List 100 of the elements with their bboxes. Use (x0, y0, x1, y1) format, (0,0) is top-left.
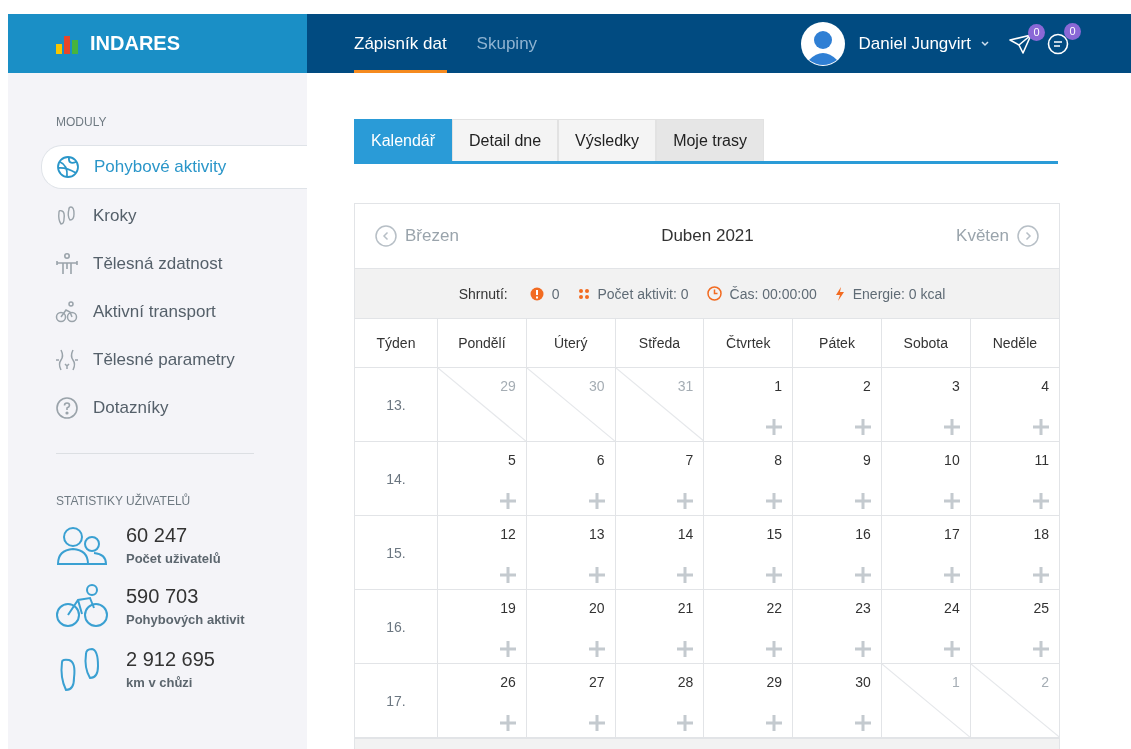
add-icon[interactable] (1033, 419, 1049, 435)
add-icon[interactable] (499, 641, 516, 657)
add-icon[interactable] (677, 715, 694, 731)
day-cell[interactable]: 28 (615, 663, 704, 738)
summary-value: 0 (551, 285, 560, 302)
add-icon[interactable] (766, 493, 783, 509)
add-icon[interactable] (499, 493, 516, 509)
day-cell[interactable]: 24 (881, 589, 971, 664)
add-icon[interactable] (943, 493, 960, 509)
day-cell[interactable]: 2 (792, 367, 882, 442)
add-icon[interactable] (854, 493, 871, 509)
cyclist-icon (55, 300, 79, 324)
column-header: Pátek (792, 318, 882, 368)
add-icon[interactable] (588, 493, 605, 509)
question-icon (55, 396, 79, 420)
day-cell[interactable]: 14 (615, 515, 704, 590)
paper-plane-icon[interactable] (1009, 33, 1033, 54)
day-cell[interactable]: 16 (792, 515, 882, 590)
day-number: 30 (855, 674, 871, 690)
day-number: 2 (1041, 674, 1049, 690)
add-icon[interactable] (854, 715, 871, 731)
user-menu[interactable]: Daniel Jungvirt (858, 33, 989, 54)
day-cell[interactable]: 7 (615, 441, 704, 516)
column-header: Neděle (970, 318, 1059, 368)
add-icon[interactable] (766, 419, 783, 435)
add-icon[interactable] (1033, 641, 1049, 657)
add-icon[interactable] (943, 419, 960, 435)
figure-icon (55, 252, 79, 276)
day-cell[interactable]: 29 (703, 663, 793, 738)
day-cell[interactable]: 5 (437, 441, 527, 516)
day-number: 26 (500, 674, 516, 690)
avatar-icon[interactable] (800, 21, 845, 66)
day-number: 2 (863, 378, 871, 394)
chevron-right-icon (1017, 225, 1039, 247)
day-number: 19 (500, 600, 516, 616)
day-number: 27 (589, 674, 605, 690)
column-header: Úterý (526, 318, 616, 368)
add-icon[interactable] (677, 567, 694, 583)
nav-link[interactable]: Zápisník dat (354, 14, 447, 73)
week-number: 14. (355, 441, 438, 516)
day-cell[interactable]: 9 (792, 441, 882, 516)
add-icon[interactable] (766, 567, 783, 583)
dots-icon (577, 287, 590, 300)
add-icon[interactable] (766, 641, 783, 657)
logo-text: INDARES (90, 32, 180, 55)
add-icon[interactable] (943, 641, 960, 657)
day-cell[interactable]: 19 (437, 589, 527, 664)
sidebar-item[interactable]: Aktivní transport (41, 291, 307, 333)
day-number: 21 (677, 600, 694, 616)
day-cell[interactable]: 20 (526, 589, 616, 664)
add-icon[interactable] (677, 641, 694, 657)
day-cell[interactable]: 8 (703, 441, 793, 516)
day-cell[interactable]: 26 (437, 663, 527, 738)
day-number: 7 (685, 452, 694, 468)
sidebar-item[interactable]: Tělesné parametry (41, 339, 307, 381)
day-cell[interactable]: 22 (703, 589, 793, 664)
day-cell[interactable]: 27 (526, 663, 616, 738)
sidebar-item[interactable]: Tělesná zdatnost (41, 243, 307, 285)
add-icon[interactable] (943, 567, 960, 583)
tab[interactable]: Moje trasy (656, 119, 764, 161)
day-cell[interactable]: 10 (881, 441, 971, 516)
day-cell[interactable]: 13 (526, 515, 616, 590)
cyclist-icon (56, 584, 108, 628)
section-title: STATISTIKY UŽIVATELŮ (55, 494, 192, 508)
sidebar-item[interactable]: Kroky (41, 195, 307, 237)
day-cell[interactable]: 21 (615, 589, 704, 664)
day-cell[interactable]: 30 (792, 663, 882, 738)
day-number: 29 (500, 378, 516, 394)
tab[interactable]: Detail dne (452, 119, 559, 161)
day-cell[interactable]: 1 (703, 367, 793, 442)
sidebar-item[interactable]: Dotazníky (41, 387, 307, 429)
add-icon[interactable] (588, 567, 605, 583)
column-header: Týden (355, 318, 438, 368)
day-cell[interactable]: 17 (881, 515, 971, 590)
day-number: 31 (677, 378, 694, 394)
warning-icon (529, 286, 544, 301)
count-badge: 0 (1028, 23, 1045, 41)
add-icon[interactable] (499, 567, 516, 583)
add-icon[interactable] (588, 715, 605, 731)
day-cell[interactable]: 15 (703, 515, 793, 590)
add-icon[interactable] (854, 567, 871, 583)
stat-label: km v chůzi (126, 675, 194, 690)
add-icon[interactable] (766, 715, 783, 731)
tab[interactable]: Výsledky (558, 119, 657, 161)
day-number: 13 (589, 526, 605, 542)
add-icon[interactable] (854, 641, 871, 657)
day-cell[interactable]: 12 (437, 515, 527, 590)
day-cell[interactable]: 23 (792, 589, 882, 664)
add-icon[interactable] (1033, 567, 1049, 583)
add-icon[interactable] (1033, 493, 1049, 509)
add-icon[interactable] (588, 641, 605, 657)
stat-value: 60 247 (126, 524, 189, 547)
nav-link[interactable]: Skupiny (476, 14, 538, 73)
day-cell[interactable]: 3 (881, 367, 971, 442)
add-icon[interactable] (499, 715, 516, 731)
add-icon[interactable] (854, 419, 871, 435)
day-cell[interactable]: 6 (526, 441, 616, 516)
day-number: 16 (855, 526, 871, 542)
add-icon[interactable] (677, 493, 694, 509)
message-icon[interactable] (1047, 32, 1069, 55)
